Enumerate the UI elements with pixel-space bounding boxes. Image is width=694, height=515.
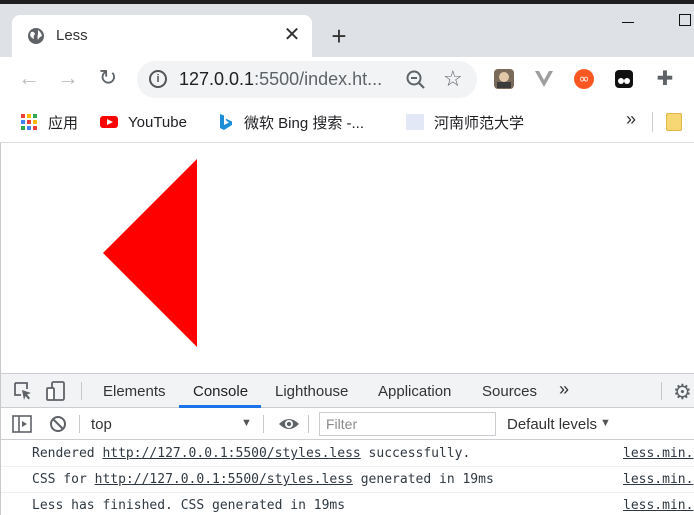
log-source-link[interactable]: less.min. <box>623 472 693 487</box>
tab-strip: Less ✕ + <box>0 0 694 57</box>
context-selector[interactable]: top <box>91 416 112 433</box>
extension-avatar-icon[interactable] <box>493 68 515 90</box>
bookmark-bing[interactable]: 微软 Bing 搜索 -... <box>216 111 364 133</box>
site-info-icon[interactable]: i <box>149 70 167 88</box>
devtools-panel: Elements Console Lighthouse Application … <box>0 373 694 515</box>
levels-dropdown-icon[interactable]: ▼ <box>600 417 611 429</box>
page-viewport <box>0 143 694 373</box>
tab-lighthouse[interactable]: Lighthouse <box>275 383 348 400</box>
bookmark-label: YouTube <box>128 113 187 131</box>
url-path: :5500/index.ht... <box>254 69 383 89</box>
forward-arrow-icon[interactable]: → <box>55 65 81 91</box>
address-bar[interactable]: i 127.0.0.1:5500/index.ht... ☆ <box>137 61 477 98</box>
tab-sources[interactable]: Sources <box>482 383 537 400</box>
page-icon <box>406 114 424 130</box>
tab-title: Less <box>56 27 88 44</box>
new-tab-button[interactable]: + <box>326 23 352 50</box>
back-arrow-icon[interactable]: ← <box>16 65 42 91</box>
apps-grid-icon <box>21 114 37 130</box>
url-text[interactable]: 127.0.0.1:5500/index.ht... <box>179 69 382 90</box>
bookmark-henan-normal-university[interactable]: 河南师范大学 <box>406 111 524 133</box>
log-levels-dropdown[interactable]: Default levels <box>507 416 597 433</box>
log-link[interactable]: http://127.0.0.1:5500/styles.less <box>102 446 360 461</box>
youtube-icon <box>100 116 118 128</box>
settings-gear-icon[interactable]: ⚙ <box>673 380 692 405</box>
log-text: successfully. <box>360 446 471 461</box>
tab-application[interactable]: Application <box>378 383 451 400</box>
bookmark-label: 应用 <box>48 114 79 132</box>
zoom-out-icon[interactable] <box>405 69 427 91</box>
log-source-link[interactable]: less.min. <box>623 498 693 513</box>
more-tabs-icon[interactable]: » <box>559 379 569 400</box>
bookmark-star-icon[interactable]: ☆ <box>443 66 463 92</box>
red-triangle <box>103 159 197 347</box>
live-expression-eye-icon[interactable] <box>278 415 300 433</box>
clear-console-icon[interactable] <box>47 413 69 435</box>
bookmark-apps[interactable]: 应用 <box>20 111 78 133</box>
browser-toolbar: ← → ↻ i 127.0.0.1:5500/index.ht... ☆ ∞ ✚ <box>0 57 694 102</box>
log-text: Rendered <box>32 446 103 461</box>
folder-icon[interactable] <box>666 113 682 131</box>
extensions-puzzle-icon[interactable]: ✚ <box>652 66 678 92</box>
log-text: generated in 19ms <box>352 472 494 487</box>
bookmarks-overflow-icon[interactable]: » <box>626 109 636 130</box>
minimize-icon[interactable] <box>622 22 634 23</box>
url-host: 127.0.0.1 <box>179 69 255 89</box>
svg-text:∞: ∞ <box>579 72 590 87</box>
console-message: Less has finished. CSS generated in 19ms… <box>1 493 694 515</box>
bookmark-youtube[interactable]: YouTube <box>100 111 187 133</box>
console-filter-input[interactable] <box>319 412 496 436</box>
bookmarks-bar: 应用 YouTube 微软 Bing 搜索 -... 河南师范大学 » <box>0 102 694 143</box>
console-toolbar: top ▼ Default levels ▼ <box>1 408 694 440</box>
infinity-extension-icon[interactable]: ∞ <box>573 68 595 90</box>
tab-elements[interactable]: Elements <box>103 383 166 400</box>
log-text: Less has finished. CSS generated in 19ms <box>32 498 346 513</box>
globe-icon <box>28 28 44 44</box>
log-link[interactable]: http://127.0.0.1:5500/styles.less <box>95 472 353 487</box>
tampermonkey-icon[interactable] <box>613 68 635 90</box>
reload-icon[interactable]: ↻ <box>95 65 121 91</box>
browser-window: Less ✕ + ← → ↻ i 127.0.0.1:5500/index.ht… <box>0 0 694 515</box>
maximize-icon[interactable] <box>679 14 691 26</box>
devtools-tabbar: Elements Console Lighthouse Application … <box>1 374 694 408</box>
device-toolbar-icon[interactable] <box>45 380 67 402</box>
console-message: CSS for http://127.0.0.1:5500/styles.les… <box>1 467 694 493</box>
show-sidebar-icon[interactable] <box>11 413 33 435</box>
bookmark-label: 河南师范大学 <box>434 114 525 132</box>
vue-devtools-icon[interactable] <box>533 68 555 90</box>
bing-icon <box>220 114 232 130</box>
log-text: CSS for <box>32 472 95 487</box>
inspect-element-icon[interactable] <box>12 380 34 402</box>
browser-tab[interactable]: Less ✕ <box>12 15 312 57</box>
tab-close-icon[interactable]: ✕ <box>282 24 302 46</box>
tab-console[interactable]: Console <box>193 383 248 400</box>
log-source-link[interactable]: less.min. <box>623 446 693 461</box>
context-dropdown-icon[interactable]: ▼ <box>241 417 252 429</box>
console-message: Rendered http://127.0.0.1:5500/styles.le… <box>1 441 694 467</box>
bookmark-label: 微软 Bing 搜索 -... <box>244 114 365 132</box>
